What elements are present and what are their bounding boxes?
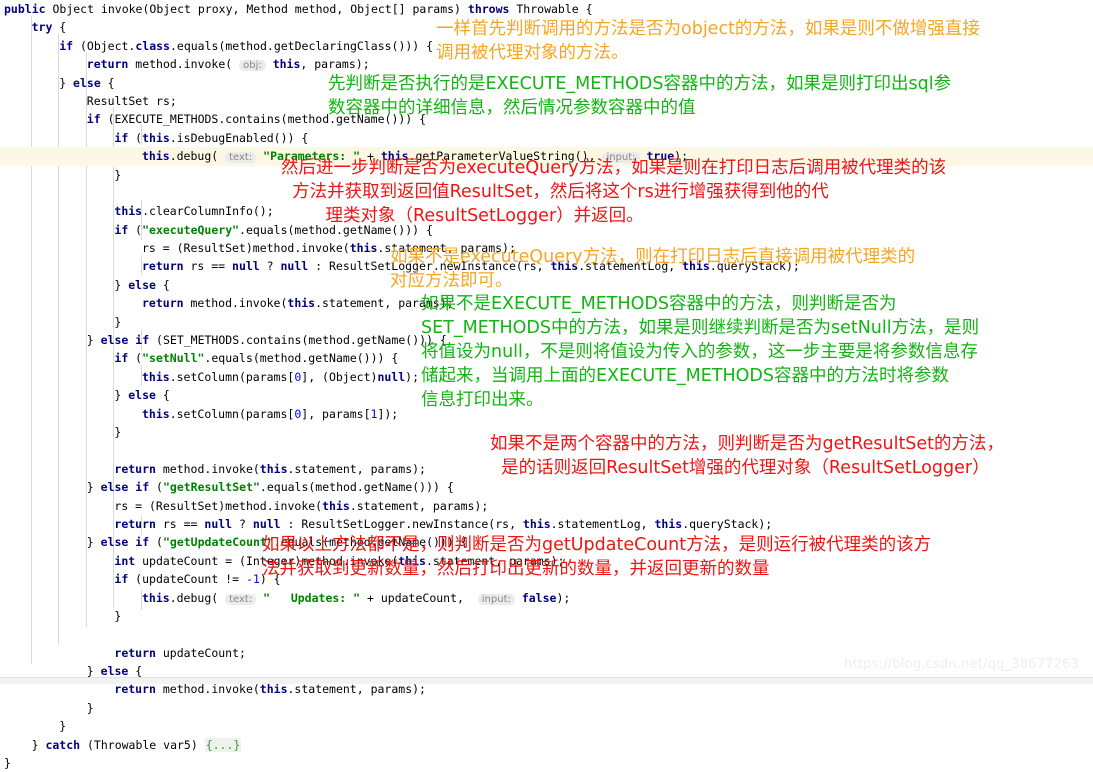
code-token: catch [45,737,87,752]
editor-bottom-bar [0,677,1093,684]
ann-get-update-count: 如果以上方法都不是，则判断是否为getUpdateCount方法，是则运行被代理… [262,535,932,579]
code-editor-pane[interactable]: public Object invoke(Object proxy, Metho… [0,0,1093,770]
ann-object-method: 一样首先判断调用的方法是否为object的方法，如果是则不做增强直接 调用被代理… [436,19,980,63]
code-line[interactable]: } [0,717,1093,735]
watermark-text: https://blog.csdn.net/qq_38677263 [844,657,1079,672]
code-line[interactable]: } catch (Throwable var5) {...} [0,736,1093,754]
ann-set-methods: 如果不是EXECUTE_METHODS容器中的方法，则判断是否为 SET_MET… [421,294,980,410]
code-token: } [59,719,67,734]
code-token: this [259,682,288,697]
code-line[interactable]: } [0,754,1093,772]
code-token: } [4,756,11,771]
ann-execute-methods: 先判断是否执行的是EXECUTE_METHODS容器中的方法，如果是则打印出sq… [328,74,952,118]
annotation-overlay: 一样首先判断调用的方法是否为object的方法，如果是则不做增强直接 调用被代理… [0,0,1093,684]
code-token: (Throwable var5) [87,737,205,752]
code-token: } [86,700,94,715]
code-token: {...} [204,737,242,752]
ann-not-execute-query: 如果不是executeQuery方法，则在打印日志后直接调用被代理类的 对应方法… [390,247,916,291]
code-token: .statement, params); [287,682,426,697]
code-line[interactable]: } [0,699,1093,717]
code-token: } [31,737,46,752]
code-token: return [114,682,163,697]
ann-execute-query: 然后进一步判断是否为executeQuery方法，如果是则在打印日志后调用被代理… [281,158,947,226]
ann-get-result-set: 如果不是两个容器中的方法，则判断是否为getResultSet的方法， 是的话则… [490,434,1005,478]
code-token: method.invoke( [162,682,260,697]
